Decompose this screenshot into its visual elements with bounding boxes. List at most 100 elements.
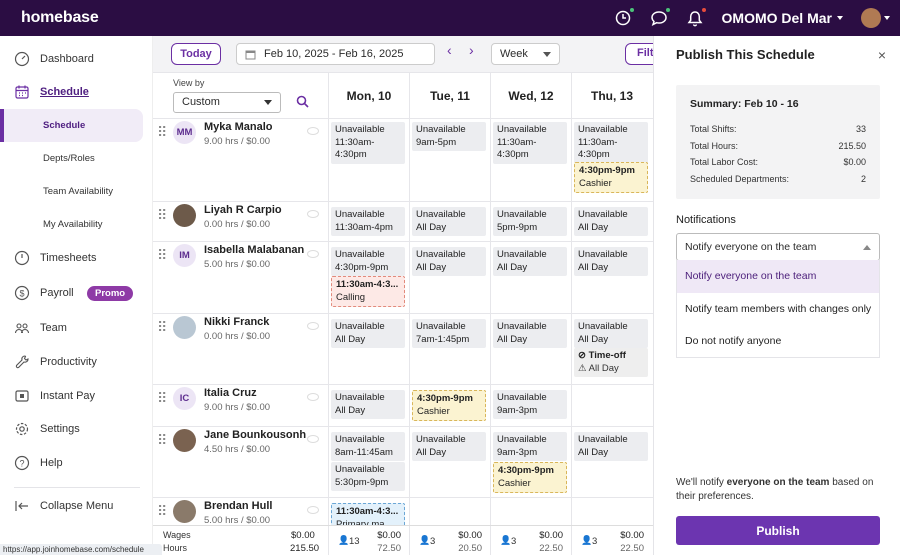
- unavailability-block[interactable]: Unavailable 11:30am- 4:30pm: [331, 122, 405, 164]
- unavailability-block[interactable]: Unavailable All Day: [493, 247, 567, 276]
- employee-info[interactable]: ⠿ Liyah R Carpio 0.00 hrs / $0.00: [153, 202, 328, 241]
- schedule-cell[interactable]: Unavailable All Day: [409, 427, 490, 497]
- unavailability-block[interactable]: Unavailable 11:30am- 4:30pm: [493, 122, 567, 164]
- day-header[interactable]: Tue, 11: [409, 73, 490, 119]
- close-icon[interactable]: ×: [878, 47, 886, 63]
- drag-handle-icon[interactable]: ⠿: [157, 320, 167, 334]
- location-selector[interactable]: OMOMO Del Mar: [722, 10, 843, 26]
- sidebar-item-dashboard[interactable]: Dashboard: [0, 44, 153, 74]
- shift-block[interactable]: 11:30am-4:3... Calling: [331, 276, 405, 307]
- unavailability-block[interactable]: Unavailable All Day: [574, 207, 648, 236]
- bell-icon[interactable]: [686, 8, 706, 27]
- employee-info[interactable]: ⠿ Jane Bounkousonh 4.50 hrs / $0.00: [153, 427, 328, 497]
- sidebar-item-timesheets[interactable]: Timesheets: [0, 243, 153, 273]
- employee-info[interactable]: ⠿ MM Myka Manalo 9.00 hrs / $0.00: [153, 119, 328, 201]
- schedule-cell[interactable]: Unavailable All Day: [571, 242, 652, 313]
- drag-handle-icon[interactable]: ⠿: [157, 208, 167, 222]
- drag-handle-icon[interactable]: ⠿: [157, 433, 167, 447]
- unavailability-block[interactable]: Unavailable 11:30am-4pm: [331, 207, 405, 236]
- schedule-cell[interactable]: Unavailable All Day: [571, 202, 652, 241]
- unavailability-block[interactable]: Unavailable All Day: [412, 207, 486, 236]
- schedule-cell[interactable]: Unavailable 11:30am- 4:30pm 4:30pm-9pm Cashi…: [571, 119, 652, 201]
- schedule-cell[interactable]: Unavailable 9am-5pm: [409, 119, 490, 201]
- sidebar-item-instant-pay[interactable]: Instant Pay: [0, 381, 153, 411]
- schedule-cell[interactable]: Unavailable All Day ⊘ Time-off ⚠ All Day: [571, 314, 652, 384]
- unavailability-block[interactable]: Unavailable 5:30pm-9pm: [331, 462, 405, 491]
- clock-icon[interactable]: [614, 8, 634, 27]
- eye-icon[interactable]: [307, 250, 319, 258]
- notification-option[interactable]: Notify everyone on the team: [677, 260, 879, 293]
- schedule-cell[interactable]: Unavailable 11:30am- 4:30pm: [490, 119, 571, 201]
- schedule-cell[interactable]: Unavailable 9am-3pm: [490, 385, 571, 426]
- day-header[interactable]: Thu, 13: [571, 73, 652, 119]
- unavailability-block[interactable]: Unavailable 9am-5pm: [412, 122, 486, 151]
- unavailability-block[interactable]: Unavailable All Day: [331, 319, 405, 348]
- unavailability-block[interactable]: Unavailable All Day: [412, 247, 486, 276]
- unavailability-block[interactable]: Unavailable 8am-11:45am: [331, 432, 405, 461]
- schedule-cell[interactable]: Unavailable 9am-3pm 4:30pm-9pm Cashier: [490, 427, 571, 497]
- schedule-cell[interactable]: Unavailable All Day: [490, 314, 571, 384]
- eye-icon[interactable]: [307, 506, 319, 514]
- employee-info[interactable]: ⠿ IC Italia Cruz 9.00 hrs / $0.00: [153, 385, 328, 426]
- notification-option[interactable]: Do not notify anyone: [677, 325, 879, 358]
- schedule-cell[interactable]: Unavailable 4:30pm-9pm 11:30am-4:3... Calli…: [328, 242, 409, 313]
- unavailability-block[interactable]: Unavailable All Day: [331, 390, 405, 419]
- notification-select[interactable]: Notify everyone on the team: [676, 233, 880, 261]
- sidebar-item-schedule[interactable]: Schedule: [0, 77, 153, 107]
- drag-handle-icon[interactable]: ⠿: [157, 391, 167, 405]
- unavailability-block[interactable]: Unavailable All Day: [574, 319, 648, 348]
- today-button[interactable]: Today: [171, 43, 221, 65]
- sidebar-item-help[interactable]: ? Help: [0, 448, 153, 478]
- date-range-picker[interactable]: Feb 10, 2025 - Feb 16, 2025: [236, 43, 435, 65]
- schedule-cell[interactable]: Unavailable All Day: [328, 385, 409, 426]
- unavailability-block[interactable]: Unavailable 9am-3pm: [493, 390, 567, 419]
- unavailability-block[interactable]: Unavailable All Day: [574, 247, 648, 276]
- sidebar-item-payroll[interactable]: $ Payroll Promo: [0, 278, 153, 308]
- eye-icon[interactable]: [307, 322, 319, 330]
- schedule-cell[interactable]: 4:30pm-9pm Cashier: [409, 385, 490, 426]
- sidebar-item-collapse[interactable]: Collapse Menu: [0, 491, 153, 521]
- time-off-block[interactable]: ⊘ Time-off ⚠ All Day: [574, 348, 648, 377]
- unavailability-block[interactable]: Unavailable 9am-3pm: [493, 432, 567, 461]
- eye-icon[interactable]: [307, 127, 319, 135]
- day-header[interactable]: Mon, 10: [328, 73, 409, 119]
- subnav-depts-roles[interactable]: Depts/Roles: [0, 142, 143, 175]
- unavailability-block[interactable]: Unavailable All Day: [493, 319, 567, 348]
- employee-info[interactable]: ⠿ Nikki Franck 0.00 hrs / $0.00: [153, 314, 328, 384]
- shift-block[interactable]: 4:30pm-9pm Cashier: [493, 462, 567, 493]
- filter-button[interactable]: Filte: [625, 43, 653, 65]
- schedule-cell[interactable]: Unavailable 11:30am- 4:30pm: [328, 119, 409, 201]
- prev-week-chevron-icon[interactable]: ‹: [447, 42, 452, 58]
- chat-icon[interactable]: [650, 8, 670, 27]
- unavailability-block[interactable]: Unavailable All Day: [574, 432, 648, 461]
- homebase-logo[interactable]: homebase: [21, 9, 99, 27]
- user-menu[interactable]: [861, 8, 890, 28]
- search-icon[interactable]: [296, 95, 309, 108]
- subnav-team-availability[interactable]: Team Availability: [0, 175, 143, 208]
- schedule-cell[interactable]: Unavailable All Day: [490, 242, 571, 313]
- unavailability-block[interactable]: Unavailable 4:30pm-9pm: [331, 247, 405, 276]
- drag-handle-icon[interactable]: ⠿: [157, 125, 167, 139]
- view-by-select[interactable]: Custom: [173, 92, 281, 113]
- unavailability-block[interactable]: Unavailable 7am-1:45pm: [412, 319, 486, 348]
- unavailability-block[interactable]: Unavailable All Day: [412, 432, 486, 461]
- sidebar-item-team[interactable]: Team: [0, 313, 153, 343]
- unavailability-block[interactable]: Unavailable 11:30am- 4:30pm: [574, 122, 648, 164]
- notification-option[interactable]: Notify team members with changes only: [677, 293, 879, 326]
- schedule-cell[interactable]: Unavailable 7am-1:45pm: [409, 314, 490, 384]
- drag-handle-icon[interactable]: ⠿: [157, 504, 167, 518]
- sidebar-item-settings[interactable]: Settings: [0, 414, 153, 444]
- schedule-cell[interactable]: Unavailable All Day: [571, 427, 652, 497]
- unavailability-block[interactable]: Unavailable 5pm-9pm: [493, 207, 567, 236]
- shift-block[interactable]: 4:30pm-9pm Cashier: [412, 390, 486, 421]
- eye-icon[interactable]: [307, 393, 319, 401]
- schedule-cell[interactable]: Unavailable 5pm-9pm: [490, 202, 571, 241]
- drag-handle-icon[interactable]: ⠿: [157, 248, 167, 262]
- day-header[interactable]: Wed, 12: [490, 73, 571, 119]
- schedule-cell[interactable]: Unavailable All Day: [409, 202, 490, 241]
- sidebar-item-productivity[interactable]: Productivity: [0, 347, 153, 377]
- eye-icon[interactable]: [307, 435, 319, 443]
- employee-info[interactable]: ⠿ IM Isabella Malabanan 5.00 hrs / $0.00: [153, 242, 328, 313]
- schedule-cell[interactable]: [571, 385, 652, 426]
- subnav-schedule[interactable]: Schedule: [0, 109, 143, 142]
